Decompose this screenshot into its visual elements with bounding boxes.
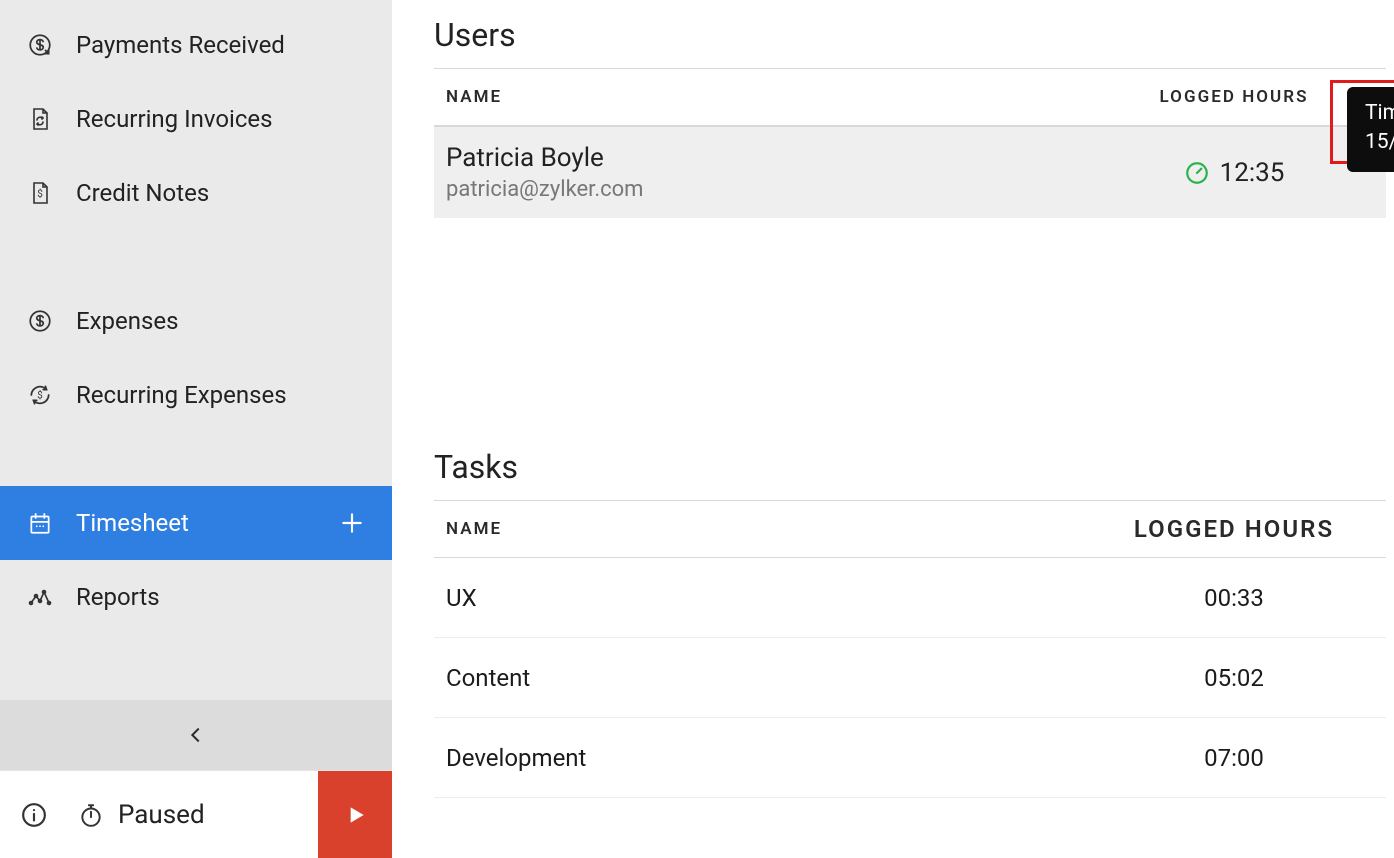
dollar-circle-icon — [26, 307, 54, 335]
recurring-dollar-icon: $ — [26, 381, 54, 409]
play-icon — [342, 802, 368, 828]
timer-status-label: Paused — [118, 800, 205, 830]
users-table: NAME LOGGED HOURS Patricia Boyle patrici… — [434, 68, 1386, 218]
sidebar: Payments Received Recurring Invoices $ C… — [0, 0, 392, 858]
user-email: patricia@zylker.com — [446, 177, 1094, 202]
sidebar-item-label: Payments Received — [76, 31, 285, 59]
task-name: Content — [446, 664, 1094, 692]
timer-running-icon — [1184, 160, 1210, 186]
svg-text:$: $ — [37, 187, 43, 200]
reports-icon — [26, 583, 54, 611]
resume-timer-button[interactable] — [318, 771, 392, 858]
nav: Payments Received Recurring Invoices $ C… — [0, 0, 392, 700]
column-header-logged-hours: LOGGED HOURS — [1094, 87, 1374, 107]
timesheet-icon — [26, 509, 54, 537]
timer-footer: Paused — [0, 770, 392, 858]
task-name: UX — [446, 584, 1094, 612]
users-section-title: Users — [434, 16, 1386, 54]
tasks-table-header: NAME LOGGED HOURS — [434, 500, 1386, 558]
timer-status: Paused — [68, 771, 318, 858]
sidebar-item-recurring-invoices[interactable]: Recurring Invoices — [0, 82, 392, 156]
tasks-section-title: Tasks — [434, 448, 1386, 486]
collapse-sidebar-button[interactable] — [0, 700, 392, 770]
user-logged-hours: 12:35 — [1094, 158, 1374, 188]
credit-note-icon: $ — [26, 179, 54, 207]
users-table-header: NAME LOGGED HOURS — [434, 68, 1386, 126]
sidebar-item-label: Recurring Expenses — [76, 381, 287, 409]
sidebar-item-reports[interactable]: Reports — [0, 560, 392, 634]
user-name: Patricia Boyle — [446, 143, 1094, 173]
column-header-name: NAME — [446, 519, 1094, 539]
info-button[interactable] — [0, 771, 68, 858]
users-table-row[interactable]: Patricia Boyle patricia@zylker.com 12:35 — [434, 126, 1386, 218]
tasks-table-row[interactable]: Development 07:00 — [434, 718, 1386, 798]
recurring-document-icon — [26, 105, 54, 133]
main-content: Users NAME LOGGED HOURS Patricia Boyle p… — [392, 0, 1394, 858]
sidebar-item-label: Timesheet — [76, 509, 189, 537]
svg-text:$: $ — [37, 390, 42, 401]
sidebar-item-label: Reports — [76, 583, 160, 611]
sidebar-item-expenses[interactable]: Expenses — [0, 284, 392, 358]
task-logged-hours: 00:33 — [1094, 584, 1374, 612]
sidebar-item-label: Credit Notes — [76, 179, 209, 207]
info-icon — [21, 802, 47, 828]
sidebar-item-payments-received[interactable]: Payments Received — [0, 8, 392, 82]
tasks-table-row[interactable]: UX 00:33 — [434, 558, 1386, 638]
sidebar-item-recurring-expenses[interactable]: $ Recurring Expenses — [0, 358, 392, 432]
column-header-name: NAME — [446, 87, 1094, 107]
column-header-logged-hours: LOGGED HOURS — [1094, 515, 1374, 543]
sidebar-item-label: Expenses — [76, 307, 179, 335]
tasks-section: Tasks NAME LOGGED HOURS UX 00:33 Content… — [434, 448, 1386, 798]
tasks-table: NAME LOGGED HOURS UX 00:33 Content 05:02… — [434, 500, 1386, 798]
add-timesheet-button[interactable] — [338, 509, 366, 537]
sidebar-item-label: Recurring Invoices — [76, 105, 273, 133]
sidebar-item-timesheet[interactable]: Timesheet — [0, 486, 392, 560]
tasks-table-row[interactable]: Content 05:02 — [434, 638, 1386, 718]
chevron-left-icon — [185, 720, 207, 750]
sidebar-item-credit-notes[interactable]: $ Credit Notes — [0, 156, 392, 230]
task-name: Development — [446, 744, 1094, 772]
dollar-circle-icon — [26, 31, 54, 59]
task-logged-hours: 05:02 — [1094, 664, 1374, 692]
task-logged-hours: 07:00 — [1094, 744, 1374, 772]
stopwatch-icon — [78, 801, 104, 829]
